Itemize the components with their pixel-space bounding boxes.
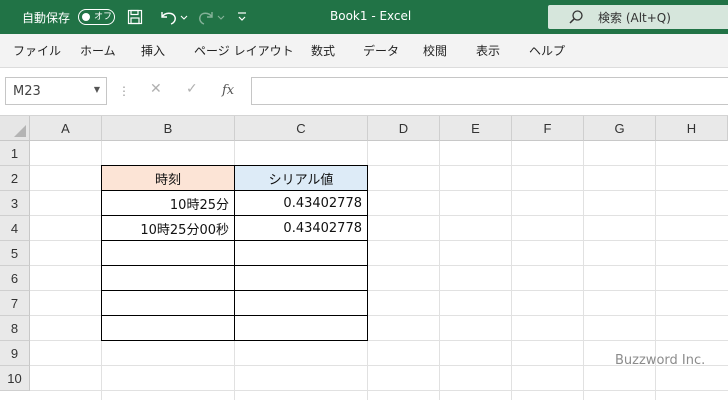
row-header-8[interactable]: 8 — [0, 316, 30, 341]
cell-c2[interactable]: シリアル値 — [234, 165, 368, 191]
chevron-down-icon[interactable]: ▼ — [94, 85, 100, 94]
ribbon-tabs: ファイル ホーム 挿入 ページ レイアウト 数式 データ 校閲 表示 ヘルプ — [0, 34, 728, 68]
cell-c7[interactable] — [234, 290, 368, 316]
cell-b8[interactable] — [101, 315, 235, 341]
select-all-triangle — [14, 125, 26, 137]
row-header-5[interactable]: 5 — [0, 241, 30, 266]
column-header-e[interactable]: E — [440, 116, 512, 141]
gridline — [511, 141, 512, 400]
tab-home[interactable]: ホーム — [80, 42, 116, 59]
tab-formulas[interactable]: 数式 — [311, 42, 335, 59]
title-bar: 自動保存 オフ Book1 - Excel 検索 (Alt+Q) — [0, 0, 728, 34]
search-placeholder: 検索 (Alt+Q) — [598, 11, 671, 25]
save-icon[interactable] — [124, 7, 146, 27]
cell-b4[interactable]: 10時25分00秒 — [101, 215, 235, 241]
cell-c4[interactable]: 0.43402778 — [234, 215, 368, 241]
autosave-label: 自動保存 — [22, 11, 71, 25]
autosave-state: オフ — [94, 12, 113, 22]
customize-icon[interactable] — [234, 7, 250, 27]
column-header-c[interactable]: C — [235, 116, 368, 141]
cell-c6[interactable] — [234, 265, 368, 291]
formula-input[interactable] — [251, 77, 728, 105]
cell-b6[interactable] — [101, 265, 235, 291]
tab-view[interactable]: 表示 — [476, 42, 500, 59]
tab-file[interactable]: ファイル — [13, 42, 61, 59]
column-header-g[interactable]: G — [584, 116, 656, 141]
cell-c3[interactable]: 0.43402778 — [234, 190, 368, 216]
row-header-6[interactable]: 6 — [0, 266, 30, 291]
cell-c5[interactable] — [234, 240, 368, 266]
cell-c8[interactable] — [234, 315, 368, 341]
gridline — [30, 390, 728, 391]
row-header-7[interactable]: 7 — [0, 291, 30, 316]
tab-data[interactable]: データ — [363, 42, 399, 59]
row-header-2[interactable]: 2 — [0, 166, 30, 191]
column-header-b[interactable]: B — [102, 116, 235, 141]
redo-icon[interactable] — [197, 7, 227, 27]
row-header-10[interactable]: 10 — [0, 366, 30, 391]
watermark: Buzzword Inc. — [615, 353, 706, 368]
select-all-button[interactable] — [0, 116, 30, 141]
cell-b7[interactable] — [101, 290, 235, 316]
tab-page-layout[interactable]: ページ レイアウト — [194, 42, 294, 59]
window-title: Book1 - Excel — [330, 9, 412, 23]
tab-review[interactable]: 校閲 — [423, 42, 447, 59]
row-header-3[interactable]: 3 — [0, 191, 30, 216]
undo-icon[interactable] — [156, 7, 190, 27]
tab-insert[interactable]: 挿入 — [141, 42, 165, 59]
insert-function-button[interactable]: fx — [222, 83, 234, 98]
column-header-d[interactable]: D — [368, 116, 440, 141]
formula-bar-grip-icon: ⋮ — [118, 84, 130, 98]
name-box[interactable]: M23 ▼ — [5, 77, 107, 105]
row-header-9[interactable]: 9 — [0, 341, 30, 366]
search-box[interactable]: 検索 (Alt+Q) — [548, 5, 728, 29]
toggle-knob — [82, 13, 90, 21]
cell-b3[interactable]: 10時25分 — [101, 190, 235, 216]
name-box-value: M23 — [13, 84, 41, 99]
autosave-toggle[interactable]: オフ — [78, 9, 115, 25]
column-header-f[interactable]: F — [512, 116, 584, 141]
search-icon — [568, 9, 584, 29]
tab-help[interactable]: ヘルプ — [529, 42, 565, 59]
enter-icon[interactable]: ✓ — [186, 81, 198, 97]
column-header-a[interactable]: A — [30, 116, 102, 141]
gridline — [439, 141, 440, 400]
row-header-1[interactable]: 1 — [0, 141, 30, 166]
cell-b2[interactable]: 時刻 — [101, 165, 235, 191]
row-header-4[interactable]: 4 — [0, 216, 30, 241]
gridline — [583, 141, 584, 400]
cancel-icon[interactable]: ✕ — [150, 81, 162, 97]
column-header-h[interactable]: H — [656, 116, 728, 141]
cell-b5[interactable] — [101, 240, 235, 266]
